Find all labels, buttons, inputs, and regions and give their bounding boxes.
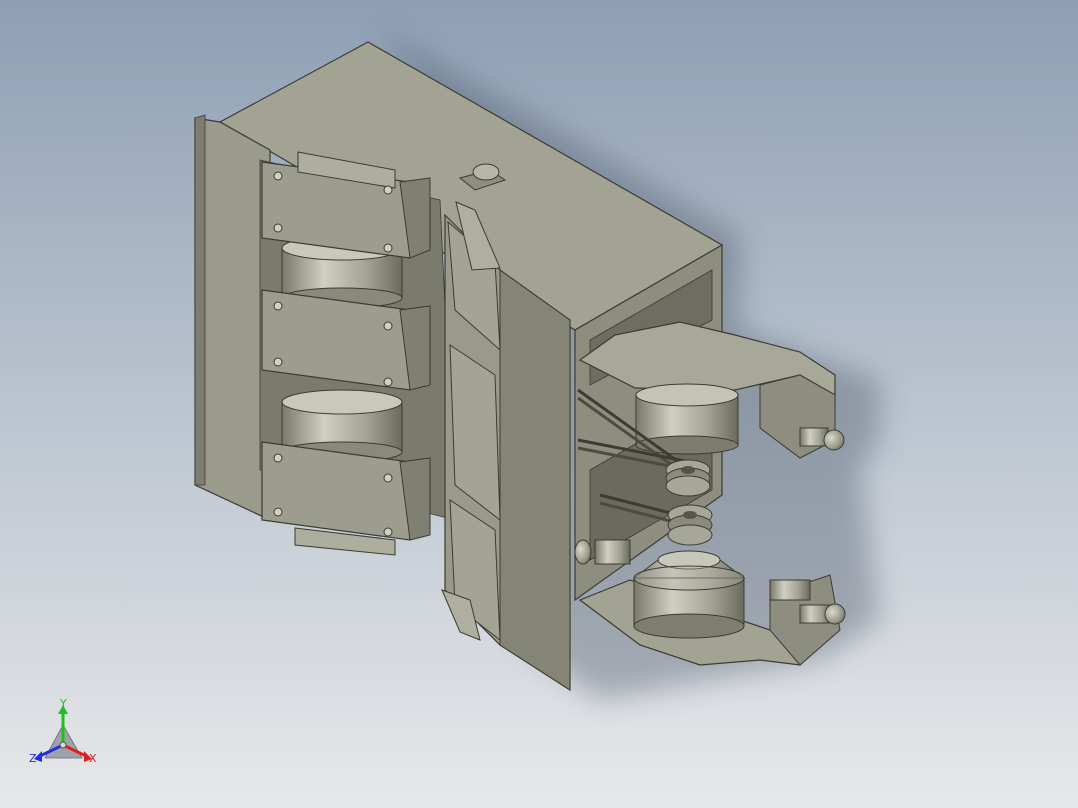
z-axis-label: Z	[29, 752, 37, 765]
lower-idler	[574, 539, 631, 565]
y-axis-label: Y	[59, 697, 67, 710]
lower-pulley	[667, 504, 713, 546]
middle-pulley	[665, 459, 711, 497]
cad-viewport[interactable]: Y X Z	[0, 0, 1078, 808]
x-axis-label: X	[89, 752, 97, 765]
left-end-plate	[194, 117, 271, 521]
cad-model-view[interactable]: Y X Z	[0, 0, 1078, 808]
triad-origin	[59, 741, 67, 749]
